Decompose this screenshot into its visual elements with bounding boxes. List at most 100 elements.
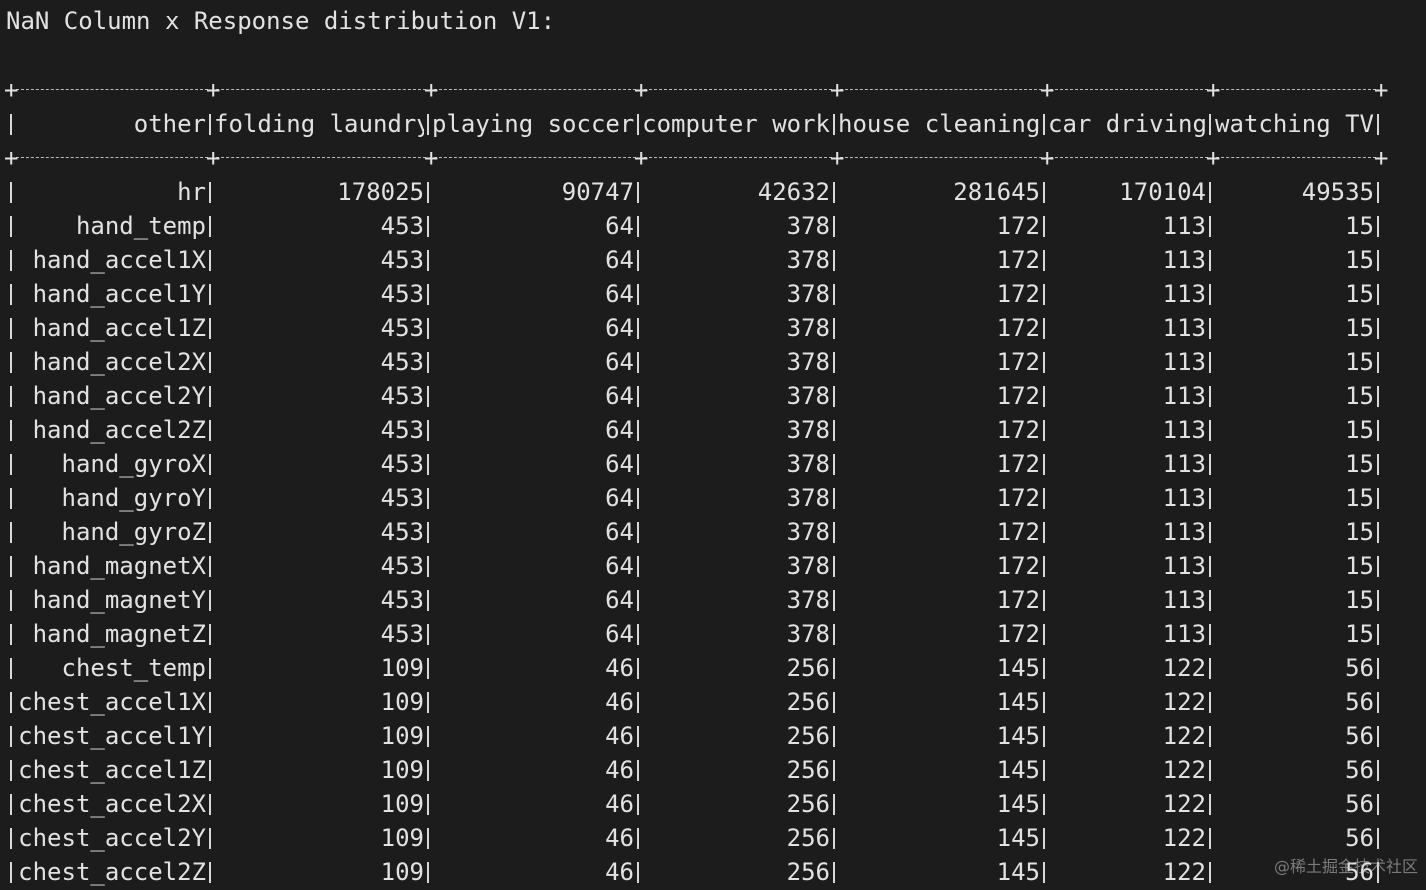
cell-border	[424, 719, 432, 753]
cell-border	[424, 583, 432, 617]
cell-border	[206, 379, 214, 413]
row-label: hand_temp	[75, 212, 206, 240]
cell-border	[1206, 753, 1214, 787]
cell-border	[1040, 855, 1048, 889]
column-header: watching TV	[1215, 110, 1374, 138]
table-cell: 64	[605, 416, 634, 444]
table-cell: 256	[786, 688, 830, 716]
cell-border	[1040, 583, 1048, 617]
cell-border	[634, 481, 642, 515]
cell-border	[830, 753, 838, 787]
table-cell: 64	[605, 518, 634, 546]
cell-border	[1040, 719, 1048, 753]
cell-border	[830, 617, 838, 651]
cell-border	[1374, 345, 1382, 379]
table-cell: 56	[1345, 790, 1374, 818]
cell-border	[206, 107, 214, 141]
table-cell: 378	[786, 484, 830, 512]
table-cell: 113	[1162, 484, 1206, 512]
row-label: hand_accel2Y	[32, 382, 206, 410]
cell-border	[1206, 175, 1214, 209]
table-cell: 64	[605, 314, 634, 342]
table-cell: 56	[1345, 688, 1374, 716]
cell-border	[1040, 515, 1048, 549]
table-cell: 145	[996, 722, 1040, 750]
cell-border	[634, 821, 642, 855]
cell-border	[830, 311, 838, 345]
cell-border	[1206, 209, 1214, 243]
cell-border	[1206, 243, 1214, 277]
cell-border	[424, 243, 432, 277]
table-cell: 378	[786, 314, 830, 342]
cell-border	[206, 855, 214, 889]
table-cell: 172	[996, 246, 1040, 274]
cell-border	[6, 719, 18, 753]
cell-border	[634, 515, 642, 549]
terminal-window[interactable]: NaN Column x Response distribution V1: +…	[0, 0, 1426, 890]
table-cell: 122	[1162, 756, 1206, 784]
cell-border	[1040, 617, 1048, 651]
cell-border	[206, 753, 214, 787]
table-cell: 378	[786, 552, 830, 580]
cell-border	[1040, 345, 1048, 379]
cell-border	[1374, 651, 1382, 685]
cell-border	[1040, 175, 1048, 209]
cell-border	[634, 855, 642, 889]
cell-border	[1206, 685, 1214, 719]
table-cell: 378	[786, 518, 830, 546]
table-cell: 113	[1162, 246, 1206, 274]
cell-border	[6, 277, 18, 311]
cell-border	[830, 685, 838, 719]
table-cell: 172	[996, 382, 1040, 410]
cell-border	[1040, 753, 1048, 787]
table-cell: 46	[605, 688, 634, 716]
cell-border	[1374, 447, 1382, 481]
table-separator: + + + + + + + +	[4, 144, 1389, 172]
cell-border	[206, 719, 214, 753]
row-label: chest_accel1X	[18, 688, 206, 716]
cell-border	[830, 379, 838, 413]
table-cell: 15	[1345, 620, 1374, 648]
table-cell: 172	[996, 586, 1040, 614]
table-row: hand_accel1Z 453 64 378 172 113 15	[6, 311, 1382, 345]
cell-border	[1040, 243, 1048, 277]
table-cell: 453	[380, 212, 424, 240]
table-cell: 15	[1345, 450, 1374, 478]
cell-border	[1040, 413, 1048, 447]
cell-border	[634, 175, 642, 209]
cell-border	[830, 719, 838, 753]
row-label: hand_accel2Z	[32, 416, 206, 444]
cell-border	[634, 753, 642, 787]
cell-border	[1206, 787, 1214, 821]
table-cell: 378	[786, 620, 830, 648]
cell-border	[830, 107, 838, 141]
cell-border	[206, 583, 214, 617]
table-cell: 122	[1162, 790, 1206, 818]
cell-border	[6, 855, 18, 889]
cell-border	[634, 685, 642, 719]
cell-border	[6, 651, 18, 685]
cell-border	[1374, 583, 1382, 617]
nan-distribution-table: + + + + + + + + other folding laundry playing socc…	[4, 73, 1389, 889]
column-header: car driving	[1048, 110, 1206, 138]
table-row: hand_gyroX 453 64 378 172 113 15	[6, 447, 1382, 481]
table-header: other folding laundry playing soccer comput…	[6, 107, 1382, 141]
table-row: chest_accel2X 109 46 256 145 122 56	[6, 787, 1382, 821]
cell-border	[1206, 311, 1214, 345]
column-header: computer work	[642, 110, 830, 138]
table-row: hr 178025 90747 42632 281645 170104 49535	[6, 175, 1382, 209]
table-cell: 46	[605, 654, 634, 682]
table-cell: 378	[786, 382, 830, 410]
table-row: hand_magnetX 453 64 378 172 113 15	[6, 549, 1382, 583]
cell-border	[830, 345, 838, 379]
cell-border	[1374, 311, 1382, 345]
table-cell: 109	[380, 824, 424, 852]
cell-border	[830, 821, 838, 855]
cell-border	[6, 175, 18, 209]
table-cell: 453	[380, 450, 424, 478]
cell-border	[206, 617, 214, 651]
table-row: hand_magnetZ 453 64 378 172 113 15	[6, 617, 1382, 651]
table-row: hand_temp 453 64 378 172 113 15	[6, 209, 1382, 243]
cell-border	[1206, 107, 1214, 141]
cell-border	[6, 515, 18, 549]
